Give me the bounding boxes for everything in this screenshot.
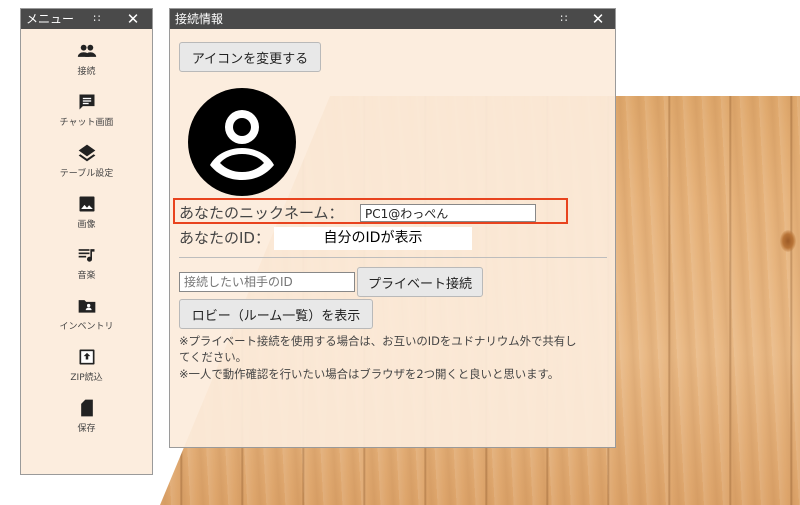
- nickname-input[interactable]: [360, 204, 536, 222]
- menu-item-label: 保存: [77, 424, 96, 434]
- menu-item-save[interactable]: 保存: [21, 386, 152, 437]
- close-icon[interactable]: ✕: [125, 9, 141, 29]
- connection-title: 接続情報: [175, 12, 224, 26]
- menu-item-label: ZIP読込: [70, 373, 103, 383]
- menu-item-chat[interactable]: チャット画面: [21, 80, 152, 131]
- chat-icon: [79, 94, 94, 110]
- layers-icon: [78, 144, 95, 162]
- menu-item-label: 音楽: [77, 271, 96, 281]
- image-icon: [79, 196, 94, 212]
- minimize-icon[interactable]: ∷: [556, 9, 572, 29]
- divider: [179, 257, 607, 258]
- menu-item-label: チャット画面: [59, 118, 114, 128]
- show-lobby-button[interactable]: ロビー（ルーム一覧）を表示: [179, 299, 373, 329]
- menu-item-zip-load[interactable]: ZIP読込: [21, 335, 152, 386]
- connection-panel: 接続情報 ∷ ✕ アイコンを変更する あなたのニックネーム： あなたのID： 自…: [169, 8, 616, 448]
- menu-item-connection[interactable]: 接続: [21, 29, 152, 80]
- private-connect-button[interactable]: プライベート接続: [357, 267, 483, 297]
- upload-box-icon: [79, 349, 94, 365]
- connection-titlebar[interactable]: 接続情報 ∷ ✕: [170, 9, 615, 29]
- music-queue-icon: [78, 249, 94, 262]
- sd-card-icon: [80, 399, 93, 417]
- menu-titlebar[interactable]: メニュー ∷ ✕: [21, 9, 152, 29]
- change-icon-button[interactable]: アイコンを変更する: [179, 42, 321, 72]
- nickname-label: あなたのニックネーム：: [179, 204, 344, 222]
- menu-item-music[interactable]: 音楽: [21, 233, 152, 284]
- peer-id-input[interactable]: [179, 272, 355, 292]
- menu-item-label: テーブル設定: [59, 169, 114, 179]
- my-id-value: 自分のIDが表示: [274, 227, 472, 250]
- menu-panel: メニュー ∷ ✕ 接続 チャット画面 テーブル設定 画像 音楽 インベントリ Z…: [20, 8, 153, 475]
- note-solo-test: ※一人で動作確認を行いたい場合はブラウザを2つ開くと良いと思います。: [179, 367, 560, 381]
- folder-person-icon: [78, 300, 95, 313]
- note-private: ※プライベート接続を使用する場合は、お互いのIDをユドナリウム外で共有し: [179, 334, 577, 348]
- note-private-cont: てください。: [179, 350, 248, 364]
- menu-title: メニュー: [26, 12, 75, 26]
- menu-item-label: 画像: [77, 220, 96, 230]
- wood-knot: [780, 230, 796, 252]
- people-icon: [77, 44, 96, 57]
- menu-item-inventory[interactable]: インベントリ: [21, 284, 152, 335]
- menu-item-table-settings[interactable]: テーブル設定: [21, 131, 152, 182]
- menu-item-label: 接続: [77, 67, 96, 77]
- close-icon[interactable]: ✕: [590, 9, 606, 29]
- menu-item-label: インベントリ: [59, 322, 114, 332]
- avatar-icon[interactable]: [187, 87, 297, 197]
- id-label: あなたのID：: [179, 229, 270, 247]
- minimize-icon[interactable]: ∷: [89, 9, 105, 29]
- menu-item-image[interactable]: 画像: [21, 182, 152, 233]
